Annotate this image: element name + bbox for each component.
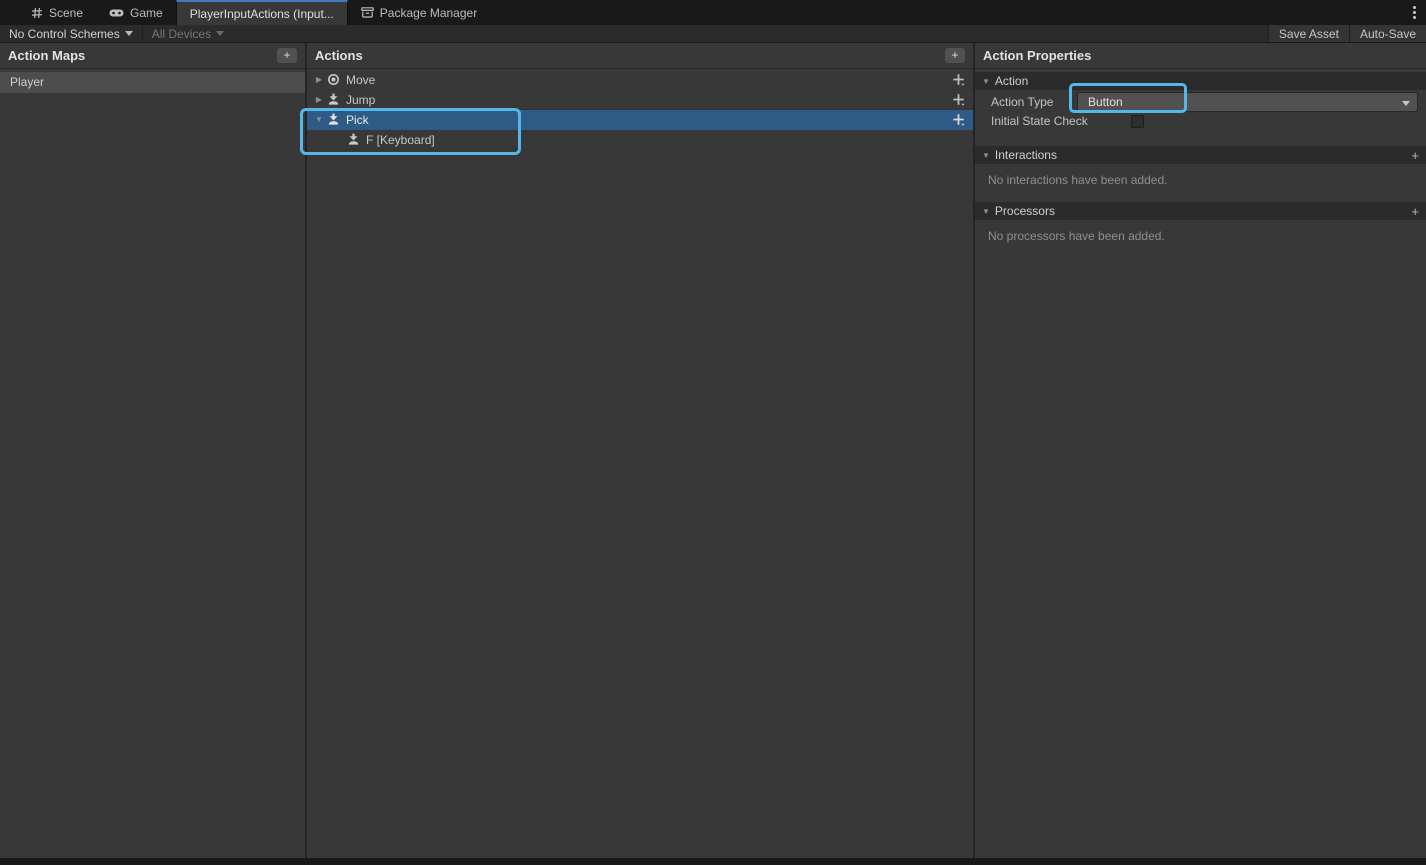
foldout-collapsed-icon[interactable]: ▶ bbox=[311, 75, 327, 84]
chevron-down-icon bbox=[216, 31, 224, 36]
actions-panel: Actions + ▶ Move ▶ bbox=[307, 43, 973, 858]
add-action-button[interactable]: + bbox=[945, 48, 965, 63]
save-asset-label: Save Asset bbox=[1279, 27, 1339, 41]
action-type-value: Button bbox=[1088, 95, 1123, 109]
devices-label: All Devices bbox=[152, 27, 211, 41]
gamepad-icon bbox=[109, 8, 124, 18]
initial-state-check-row: Initial State Check bbox=[975, 114, 1426, 128]
add-interaction-button[interactable]: + bbox=[1411, 149, 1419, 162]
auto-save-label: Auto-Save bbox=[1360, 27, 1416, 41]
foldout-expanded-icon: ▼ bbox=[982, 151, 990, 160]
auto-save-button[interactable]: Auto-Save bbox=[1349, 25, 1426, 42]
interactions-section-title: Interactions bbox=[995, 148, 1057, 162]
chevron-down-icon bbox=[1402, 101, 1410, 106]
add-processor-button[interactable]: + bbox=[1411, 205, 1419, 218]
action-maps-header: Action Maps + bbox=[0, 43, 305, 69]
action-row-label: Jump bbox=[346, 93, 375, 107]
add-binding-button[interactable] bbox=[951, 112, 966, 127]
action-type-label: Action Type bbox=[991, 95, 1077, 109]
tab-scene[interactable]: Scene bbox=[18, 0, 96, 25]
action-properties-title: Action Properties bbox=[983, 48, 1091, 63]
processors-section-foldout[interactable]: ▼ Processors + bbox=[975, 202, 1426, 220]
processors-section-title: Processors bbox=[995, 204, 1055, 218]
action-row-pick[interactable]: ▼ Pick bbox=[307, 110, 973, 130]
tab-scene-label: Scene bbox=[49, 6, 83, 20]
add-action-map-button[interactable]: + bbox=[277, 48, 297, 63]
tab-game[interactable]: Game bbox=[96, 0, 176, 25]
tab-player-input-actions[interactable]: PlayerInputActions (Input... bbox=[176, 0, 348, 25]
tab-game-label: Game bbox=[130, 6, 163, 20]
devices-dropdown[interactable]: All Devices bbox=[143, 25, 233, 42]
add-binding-button[interactable] bbox=[951, 92, 966, 107]
actions-tree: ▶ Move ▶ Jump bbox=[307, 69, 973, 150]
action-row-label: Move bbox=[346, 73, 375, 87]
toolbar: No Control Schemes All Devices Save Asse… bbox=[0, 25, 1426, 43]
initial-state-check-checkbox[interactable] bbox=[1131, 115, 1144, 128]
kebab-menu-icon[interactable] bbox=[1403, 0, 1426, 25]
control-schemes-label: No Control Schemes bbox=[9, 27, 120, 41]
button-action-icon bbox=[347, 133, 360, 146]
tab-package-manager[interactable]: Package Manager bbox=[348, 0, 490, 25]
foldout-expanded-icon: ▼ bbox=[982, 77, 990, 86]
save-asset-button[interactable]: Save Asset bbox=[1268, 25, 1349, 42]
toolbar-spacer bbox=[233, 25, 1268, 42]
button-action-icon bbox=[327, 113, 340, 126]
package-icon bbox=[361, 7, 374, 18]
foldout-collapsed-icon[interactable]: ▶ bbox=[311, 95, 327, 104]
action-maps-panel: Action Maps + Player bbox=[0, 43, 305, 858]
actions-header: Actions + bbox=[307, 43, 973, 69]
window-bottom-edge bbox=[0, 858, 1426, 865]
action-row-label: Pick bbox=[346, 113, 369, 127]
tab-package-manager-label: Package Manager bbox=[380, 6, 477, 20]
action-maps-title: Action Maps bbox=[8, 48, 85, 63]
unity-input-actions-window: Scene Game PlayerInputActions (Input... … bbox=[0, 0, 1426, 865]
interactions-section-foldout[interactable]: ▼ Interactions + bbox=[975, 146, 1426, 164]
processors-empty-message: No processors have been added. bbox=[975, 229, 1426, 243]
binding-row-f-keyboard[interactable]: F [Keyboard] bbox=[307, 130, 973, 150]
action-type-row: Action Type Button bbox=[975, 92, 1426, 112]
action-properties-header: Action Properties bbox=[975, 43, 1426, 69]
binding-row-label: F [Keyboard] bbox=[366, 133, 435, 147]
tab-bar: Scene Game PlayerInputActions (Input... … bbox=[0, 0, 1426, 25]
chevron-down-icon bbox=[125, 31, 133, 36]
control-schemes-dropdown[interactable]: No Control Schemes bbox=[0, 25, 142, 42]
action-row-jump[interactable]: ▶ Jump bbox=[307, 90, 973, 110]
action-row-move[interactable]: ▶ Move bbox=[307, 70, 973, 90]
add-binding-button[interactable] bbox=[951, 72, 966, 87]
actions-title: Actions bbox=[315, 48, 363, 63]
tab-player-input-actions-label: PlayerInputActions (Input... bbox=[190, 7, 334, 21]
foldout-expanded-icon: ▼ bbox=[982, 207, 990, 216]
interactions-empty-message: No interactions have been added. bbox=[975, 173, 1426, 187]
action-type-dropdown[interactable]: Button bbox=[1077, 92, 1418, 112]
scene-grid-icon bbox=[31, 7, 43, 19]
action-maps-list: Player bbox=[0, 69, 305, 93]
action-section-title: Action bbox=[995, 74, 1028, 88]
action-map-item-player[interactable]: Player bbox=[0, 72, 305, 93]
foldout-expanded-icon[interactable]: ▼ bbox=[311, 115, 327, 124]
action-properties-panel: Action Properties ▼ Action Action Type B… bbox=[975, 43, 1426, 858]
value-action-icon bbox=[327, 73, 340, 86]
action-section-foldout[interactable]: ▼ Action bbox=[975, 72, 1426, 90]
button-action-icon bbox=[327, 93, 340, 106]
main-area: Action Maps + Player Actions + ▶ Move bbox=[0, 43, 1426, 858]
initial-state-check-label: Initial State Check bbox=[991, 114, 1131, 128]
